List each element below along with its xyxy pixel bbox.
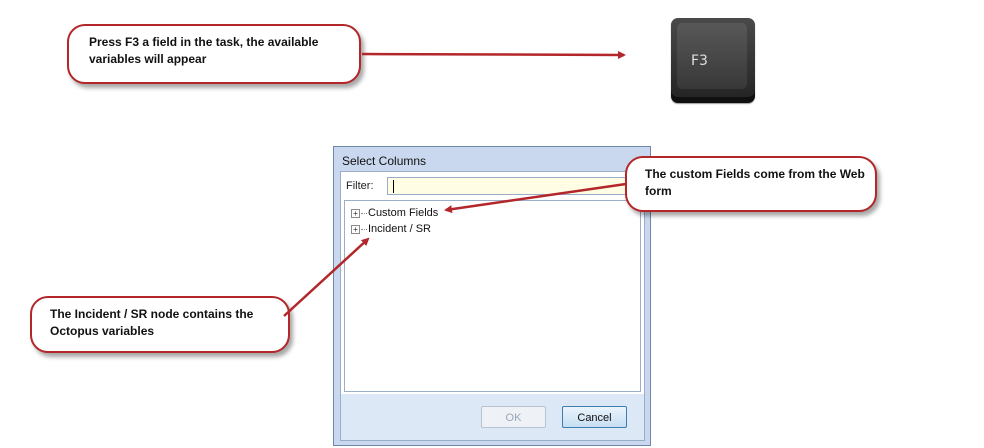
arrow-to-f3-key [361, 50, 626, 59]
arrow-to-custom-fields [444, 182, 627, 214]
arrow-to-incident-node [283, 237, 370, 317]
annotation-arrows [283, 50, 627, 317]
